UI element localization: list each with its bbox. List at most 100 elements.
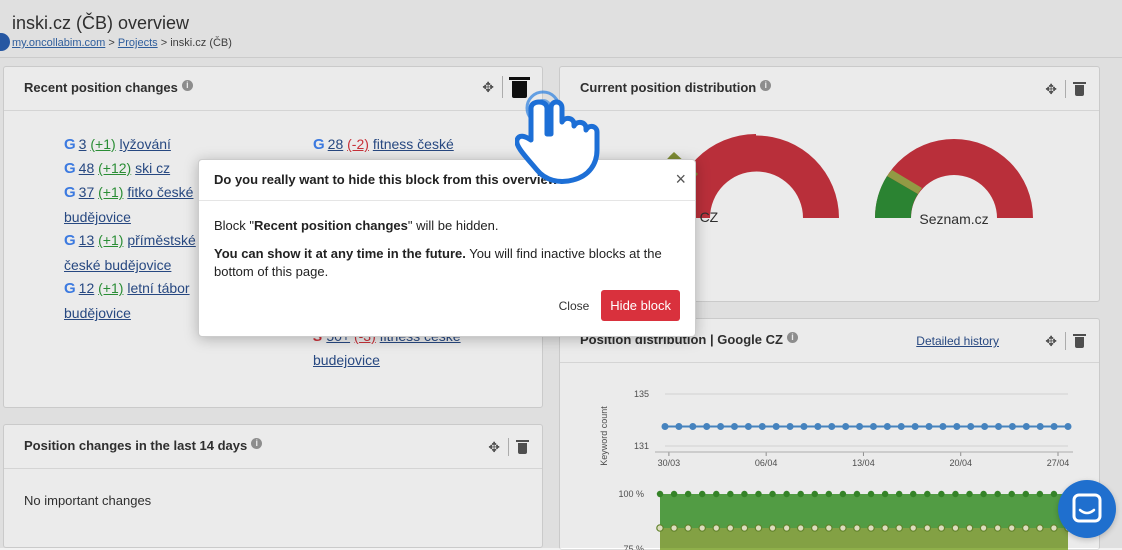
- data-point: [909, 524, 918, 532]
- chat-launcher-button[interactable]: [1058, 480, 1116, 538]
- data-point: [869, 423, 877, 430]
- tool-separator: [1065, 80, 1066, 98]
- data-point: [768, 524, 777, 532]
- data-point: [800, 423, 808, 430]
- keyword-link[interactable]: lyžování: [120, 136, 171, 152]
- position-change: (+1): [90, 136, 116, 152]
- y-tick-label: 100 %: [618, 489, 644, 499]
- card-header: Recent position changes i ✥: [4, 67, 542, 111]
- data-point: [842, 423, 850, 430]
- chat-icon: [1072, 493, 1102, 523]
- breadcrumb-projects-link[interactable]: Projects: [118, 37, 158, 49]
- position-value: 48: [78, 160, 95, 176]
- list-item[interactable]: G3 (+1) lyžování: [64, 132, 171, 157]
- x-tick-label: 20/04: [949, 458, 972, 468]
- keyword-link[interactable]: české budějovice: [64, 257, 171, 273]
- info-icon[interactable]: i: [760, 80, 772, 91]
- position-change: (+12): [98, 160, 132, 176]
- data-point: [754, 524, 763, 532]
- empty-state-text: No important changes: [24, 493, 152, 508]
- data-point: [952, 490, 959, 498]
- data-point: [684, 490, 692, 498]
- move-arrows-icon[interactable]: ✥: [1045, 332, 1057, 350]
- data-point: [979, 524, 988, 532]
- keyword-link[interactable]: letní tábor: [127, 280, 189, 296]
- data-point: [796, 524, 805, 532]
- list-item[interactable]: G 37 (+1) fitko české budějovice: [64, 180, 193, 229]
- keyword-link[interactable]: ski cz: [135, 160, 170, 176]
- close-icon[interactable]: ×: [675, 170, 686, 188]
- keyword-link[interactable]: fitness české: [373, 136, 454, 152]
- hide-block-button[interactable]: Hide block: [601, 290, 680, 321]
- position-changes-14-card: Position changes in the last 14 days i ✥ …: [3, 424, 543, 548]
- x-tick-label: 06/04: [755, 458, 778, 468]
- data-point: [726, 524, 735, 532]
- data-point: [740, 524, 749, 532]
- list-item[interactable]: G 12 (+1) letní tábor budějovice: [64, 276, 190, 325]
- card-tools: ✥: [1045, 80, 1086, 98]
- x-tick-label: 27/04: [1047, 458, 1070, 468]
- data-point: [953, 423, 961, 430]
- data-point: [670, 490, 678, 498]
- data-point: [897, 423, 905, 430]
- list-item[interactable]: G 13 (+1) příměstské české budějovice: [64, 228, 196, 277]
- tool-separator: [1065, 332, 1066, 350]
- data-point: [825, 490, 833, 498]
- data-point: [810, 524, 819, 532]
- keyword-link[interactable]: budějovice: [64, 305, 131, 321]
- keyword-link[interactable]: příměstské: [127, 232, 195, 248]
- data-point: [675, 423, 683, 430]
- detailed-history-link[interactable]: Detailed history: [916, 334, 999, 348]
- data-point: [656, 490, 664, 498]
- card-header: Current position distribution i ✥: [560, 67, 1099, 111]
- y-tick-label: 131: [634, 441, 649, 451]
- info-icon[interactable]: i: [786, 332, 798, 343]
- data-point: [783, 490, 790, 498]
- keyword-link[interactable]: budějovice: [64, 209, 131, 225]
- data-point: [881, 524, 889, 532]
- gauge-label-seznam: Seznam.cz: [919, 211, 988, 227]
- trash-icon[interactable]: [516, 440, 529, 454]
- data-point: [661, 423, 669, 430]
- trash-icon[interactable]: [1073, 82, 1086, 96]
- dialog-footer: Close Hide block: [559, 290, 680, 321]
- data-point: [895, 524, 903, 532]
- breadcrumb: my.oncollabim.com > Projects > inski.cz …: [12, 37, 232, 49]
- info-icon[interactable]: i: [251, 438, 263, 449]
- position-change: (-2): [347, 136, 369, 152]
- data-point: [895, 490, 903, 498]
- info-icon[interactable]: i: [181, 80, 193, 91]
- list-item[interactable]: G 28 (-2) fitness české: [313, 132, 454, 157]
- close-button[interactable]: Close: [559, 295, 590, 317]
- keyword-count-chart: Keyword count 30/03 06/04 13/04 20/04 27/04 …: [599, 389, 1073, 550]
- google-icon: G: [64, 232, 76, 249]
- trash-icon[interactable]: [1073, 334, 1086, 348]
- google-icon: G: [64, 160, 76, 177]
- data-point: [703, 423, 711, 430]
- card-title: Recent position changes i: [24, 80, 193, 95]
- keyword-link[interactable]: fitko české: [127, 184, 193, 200]
- data-point: [699, 490, 706, 498]
- dialog-header: Do you really want to hide this block fr…: [199, 160, 695, 201]
- data-point: [689, 423, 697, 430]
- data-point: [772, 423, 780, 430]
- data-point: [684, 524, 692, 532]
- data-point: [712, 524, 721, 532]
- move-arrows-icon[interactable]: ✥: [1045, 80, 1057, 98]
- y-tick-label: 75 %: [623, 544, 644, 550]
- move-arrows-icon[interactable]: ✥: [482, 78, 494, 96]
- dialog-note: You can show it at any time in the futur…: [214, 246, 662, 279]
- data-point: [856, 423, 864, 430]
- data-point: [951, 524, 960, 532]
- data-point: [828, 423, 836, 430]
- keyword-link[interactable]: budejovice: [313, 352, 380, 368]
- data-point: [967, 423, 975, 430]
- move-arrows-icon[interactable]: ✥: [488, 438, 500, 456]
- position-change: (+1): [98, 232, 124, 248]
- data-point: [1008, 490, 1015, 498]
- card-tools: ✥: [488, 438, 529, 456]
- breadcrumb-home-link[interactable]: my.oncollabim.com: [12, 37, 105, 49]
- area-band-top: [660, 494, 1068, 528]
- data-point: [755, 490, 762, 498]
- list-item[interactable]: G 48 (+12) ski cz: [64, 156, 170, 181]
